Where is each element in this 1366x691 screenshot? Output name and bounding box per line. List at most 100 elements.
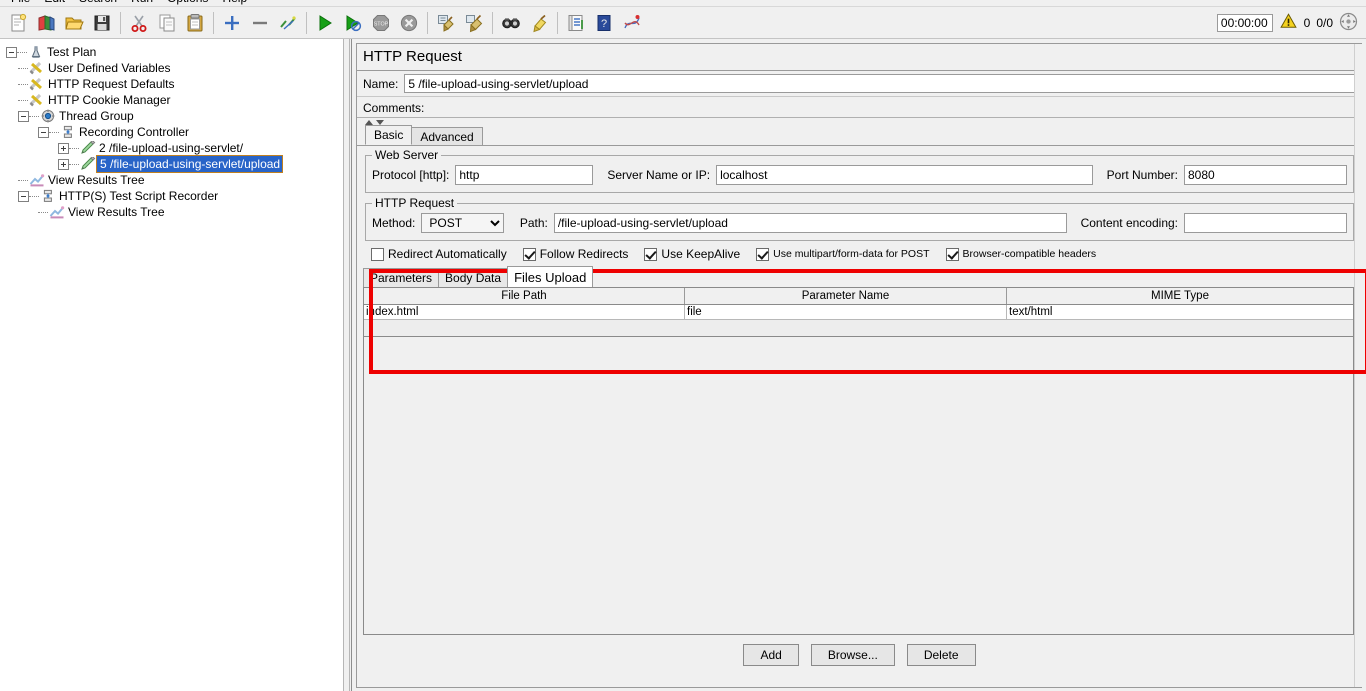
checkbox-redirect-automatically[interactable]: Redirect Automatically [371, 247, 507, 261]
stop-icon[interactable]: STOP [367, 9, 395, 37]
tab-parameters[interactable]: Parameters [363, 268, 440, 287]
copy-icon[interactable] [153, 9, 181, 37]
server-name-input[interactable] [716, 165, 1093, 185]
checkbox-label: Redirect Automatically [388, 247, 507, 261]
clear-all-icon[interactable] [460, 9, 488, 37]
tab-body-data[interactable]: Body Data [438, 268, 509, 287]
expand-handle[interactable] [18, 190, 29, 202]
toolbar-separator [427, 11, 428, 34]
tree-node-recording-controller[interactable]: Recording Controller [6, 124, 343, 140]
checkbox-follow-redirects[interactable]: Follow Redirects [522, 247, 628, 261]
tab-files-upload[interactable]: Files Upload [507, 266, 594, 287]
checkbox-browser-compatible-headers[interactable]: Browser-compatible headers [945, 247, 1096, 261]
tree-node-label: HTTP Request Defaults [48, 77, 175, 91]
tree-node-label: HTTP(S) Test Script Recorder [59, 189, 219, 203]
arrow-down-icon[interactable] [376, 119, 384, 125]
add-button[interactable]: Add [743, 644, 799, 666]
split-divider[interactable] [343, 39, 350, 691]
warning-icon[interactable] [1279, 12, 1298, 33]
open-icon[interactable] [60, 9, 88, 37]
name-input[interactable] [404, 74, 1356, 93]
protocol-input[interactable] [455, 165, 594, 185]
delete-button[interactable]: Delete [906, 644, 976, 666]
tree-node-thread-group[interactable]: Thread Group [6, 108, 343, 124]
menu-item-help[interactable]: Help [215, 0, 254, 6]
menu-item-edit[interactable]: Edit [37, 0, 72, 6]
expand-all-icon[interactable] [218, 9, 246, 37]
column-header-mime-type[interactable]: MIME Type [1007, 288, 1353, 304]
tree-node-test-script-recorder[interactable]: HTTP(S) Test Script Recorder [6, 188, 343, 204]
help-icon[interactable]: ? [590, 9, 618, 37]
remote-engines-icon[interactable] [1339, 12, 1358, 34]
path-input[interactable] [553, 213, 1067, 233]
checkbox-box[interactable] [371, 247, 384, 261]
browse-button[interactable]: Browse... [810, 644, 895, 666]
files-upload-table[interactable]: File Path Parameter Name MIME Type index… [363, 287, 1354, 337]
templates-icon[interactable] [32, 9, 60, 37]
tree-node-http-sampler-5[interactable]: 5 /file-upload-using-servlet/upload [6, 155, 343, 173]
tree-node-http-cookie-manager[interactable]: HTTP Cookie Manager [6, 92, 343, 108]
undo-redo-icon[interactable] [618, 9, 646, 37]
tree-node-http-request-defaults[interactable]: HTTP Request Defaults [6, 76, 343, 92]
start-no-pauses-icon[interactable] [339, 9, 367, 37]
checkbox-box[interactable] [522, 247, 536, 261]
checkbox-use-keepalive[interactable]: Use KeepAlive [644, 247, 740, 261]
column-header-parameter-name[interactable]: Parameter Name [685, 288, 1007, 304]
shutdown-icon[interactable] [395, 9, 423, 37]
tree-connector [29, 115, 39, 117]
expand-handle[interactable] [38, 126, 49, 138]
cell-mime-type[interactable]: text/html [1007, 305, 1353, 319]
warning-count: 0 [1303, 15, 1311, 30]
cell-file-path[interactable]: index.html [364, 305, 685, 319]
tree-node-label: Thread Group [59, 109, 134, 123]
svg-text:?: ? [601, 18, 607, 30]
tab-basic[interactable]: Basic [365, 125, 413, 145]
search-icon[interactable] [497, 9, 525, 37]
port-number-input[interactable] [1184, 165, 1347, 185]
content-encoding-label: Content encoding: [1080, 216, 1178, 230]
tree-node-label: Test Plan [47, 45, 97, 59]
menu-item-options[interactable]: Options [160, 0, 215, 6]
new-icon[interactable] [4, 9, 32, 37]
menu-item-file[interactable]: File [4, 0, 37, 6]
tree-node-view-results-tree-nested[interactable]: View Results Tree [6, 204, 343, 220]
cell-parameter-name[interactable]: file [685, 305, 1007, 319]
checkbox-box[interactable] [644, 247, 658, 261]
collapse-all-icon[interactable] [246, 9, 274, 37]
expand-handle[interactable] [18, 110, 29, 122]
reset-search-icon[interactable] [525, 9, 553, 37]
cut-icon[interactable] [125, 9, 153, 37]
tree-node-label: View Results Tree [48, 173, 145, 187]
tree-node-view-results-tree[interactable]: View Results Tree [6, 172, 343, 188]
content-encoding-input[interactable] [1184, 213, 1347, 233]
menu-item-search[interactable]: Search [72, 0, 124, 6]
tree-node-user-defined-variables[interactable]: User Defined Variables [6, 60, 343, 76]
test-plan-tree[interactable]: Test Plan User Defined Variables HTTP Re… [0, 39, 343, 691]
vertical-scrollbar[interactable] [1354, 44, 1362, 687]
table-actions: Add Browse... Delete [357, 644, 1362, 666]
tab-advanced[interactable]: Advanced [411, 127, 483, 145]
menu-item-run[interactable]: Run [124, 0, 160, 6]
clear-icon[interactable] [432, 9, 460, 37]
expand-handle[interactable] [58, 158, 69, 170]
collapse-arrows[interactable] [357, 117, 1362, 126]
save-icon[interactable] [88, 9, 116, 37]
table-row[interactable]: index.html file text/html [364, 305, 1353, 320]
function-helper-icon[interactable] [562, 9, 590, 37]
toolbar: STOP ? 00:00:00 0 0/0 [0, 7, 1366, 39]
toolbar-separator [213, 11, 214, 34]
start-icon[interactable] [311, 9, 339, 37]
method-select[interactable]: POST [421, 213, 504, 233]
expand-handle[interactable] [58, 142, 69, 154]
toggle-icon[interactable] [274, 9, 302, 37]
tree-node-test-plan[interactable]: Test Plan [6, 44, 343, 60]
arrow-up-icon[interactable] [365, 119, 373, 125]
column-header-file-path[interactable]: File Path [364, 288, 685, 304]
checkbox-box[interactable] [756, 247, 770, 261]
expand-handle[interactable] [6, 46, 17, 58]
paste-icon[interactable] [181, 9, 209, 37]
checkbox-use-multipart-form-data[interactable]: Use multipart/form-data for POST [756, 247, 930, 261]
http-sampler-icon [79, 156, 96, 172]
tree-node-http-sampler-2[interactable]: 2 /file-upload-using-servlet/ [6, 140, 343, 156]
checkbox-box[interactable] [945, 247, 959, 261]
